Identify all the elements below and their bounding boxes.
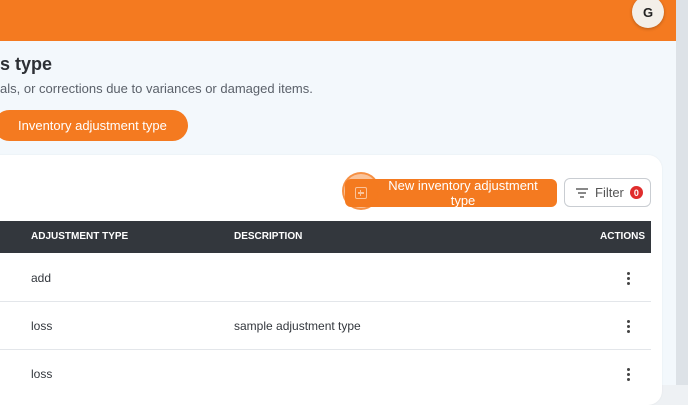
filter-label: Filter <box>595 185 624 200</box>
adjustment-type-cell: add <box>31 271 52 285</box>
filter-button[interactable]: Filter 0 <box>564 178 651 207</box>
top-bar <box>0 0 676 41</box>
adjustment-type-cell: loss <box>31 319 53 333</box>
description-cell: sample adjustment type <box>234 319 361 333</box>
column-header-adjustment-type[interactable]: ADJUSTMENT TYPE <box>31 221 128 253</box>
new-button-label: New inventory adjustment type <box>388 178 538 208</box>
filter-count-badge: 0 <box>629 186 643 199</box>
column-header-description[interactable]: DESCRIPTION <box>234 221 302 253</box>
filter-lines-icon <box>576 187 588 198</box>
new-inventory-adjustment-type-button[interactable]: New inventory adjustment type <box>345 178 557 208</box>
table-row[interactable]: add <box>0 254 651 302</box>
table-row[interactable]: loss <box>0 350 651 398</box>
scrollbar[interactable] <box>676 0 688 385</box>
table-row[interactable]: loss sample adjustment type <box>0 302 651 350</box>
column-header-actions: ACTIONS <box>600 231 645 242</box>
kebab-menu-icon[interactable] <box>620 366 636 382</box>
inventory-adjustment-type-tab-button[interactable]: Inventory adjustment type <box>0 110 188 141</box>
page-title: s type <box>0 54 53 74</box>
page-description: als, or corrections due to variances or … <box>0 81 313 96</box>
plus-square-icon <box>355 187 367 199</box>
kebab-menu-icon[interactable] <box>620 270 636 286</box>
adjustment-type-cell: loss <box>31 367 53 381</box>
kebab-menu-icon[interactable] <box>620 318 636 334</box>
table-header: ADJUSTMENT TYPE DESCRIPTION ACTIONS <box>0 221 651 253</box>
